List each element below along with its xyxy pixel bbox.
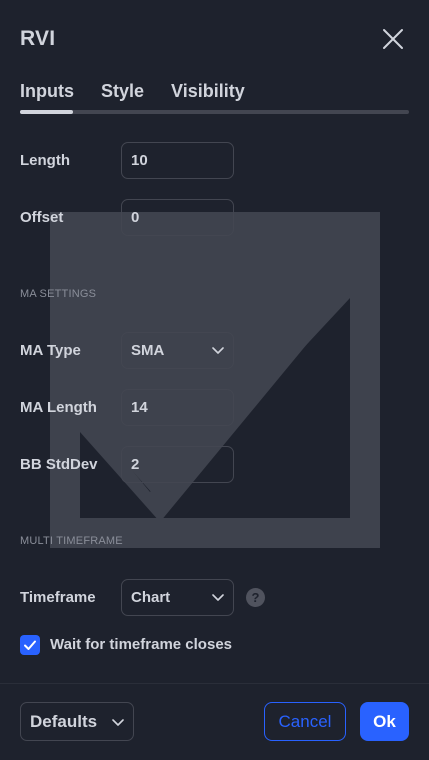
- dialog-title: RVI: [20, 27, 56, 50]
- tab-bar: Inputs Style Visibility: [20, 80, 272, 102]
- check-icon: [24, 640, 36, 650]
- timeframe-label: Timeframe: [20, 589, 96, 606]
- length-input[interactable]: 10: [121, 142, 234, 179]
- multi-timeframe-section-title: MULTI TIMEFRAME: [20, 535, 123, 547]
- tab-visibility[interactable]: Visibility: [171, 80, 245, 102]
- wait-for-close-label[interactable]: Wait for timeframe closes: [50, 636, 232, 653]
- tab-track: [20, 110, 409, 114]
- tab-style[interactable]: Style: [101, 80, 144, 102]
- wait-for-close-checkbox[interactable]: [20, 635, 40, 655]
- ma-length-input[interactable]: 14: [121, 389, 234, 426]
- timeframe-value: Chart: [131, 589, 171, 606]
- ma-settings-section-title: MA SETTINGS: [20, 288, 97, 300]
- chevron-down-icon: [212, 594, 224, 601]
- bb-stddev-label: BB StdDev: [20, 456, 98, 473]
- ma-length-label: MA Length: [20, 399, 97, 416]
- offset-label: Offset: [20, 209, 64, 226]
- tab-inputs[interactable]: Inputs: [20, 80, 74, 102]
- help-icon[interactable]: ?: [246, 588, 265, 607]
- ma-type-value: SMA: [131, 342, 165, 359]
- chevron-down-icon: [112, 719, 124, 726]
- footer-divider: [0, 683, 429, 684]
- defaults-dropdown-button[interactable]: Defaults: [20, 702, 134, 741]
- checkmark-watermark-icon: [50, 212, 380, 548]
- ma-type-label: MA Type: [20, 342, 81, 359]
- indicator-settings-dialog: RVI Inputs Style Visibility Length 10 Of…: [0, 0, 429, 760]
- active-tab-indicator: [20, 110, 73, 114]
- close-icon[interactable]: [378, 24, 408, 54]
- timeframe-select[interactable]: Chart: [121, 579, 234, 616]
- offset-input[interactable]: 0: [121, 199, 234, 236]
- defaults-label: Defaults: [30, 712, 98, 731]
- ma-type-select[interactable]: SMA: [121, 332, 234, 369]
- bb-stddev-input[interactable]: 2: [121, 446, 234, 483]
- ok-button[interactable]: Ok: [360, 702, 409, 741]
- length-label: Length: [20, 152, 70, 169]
- chevron-down-icon: [212, 347, 224, 354]
- cancel-button[interactable]: Cancel: [264, 702, 346, 741]
